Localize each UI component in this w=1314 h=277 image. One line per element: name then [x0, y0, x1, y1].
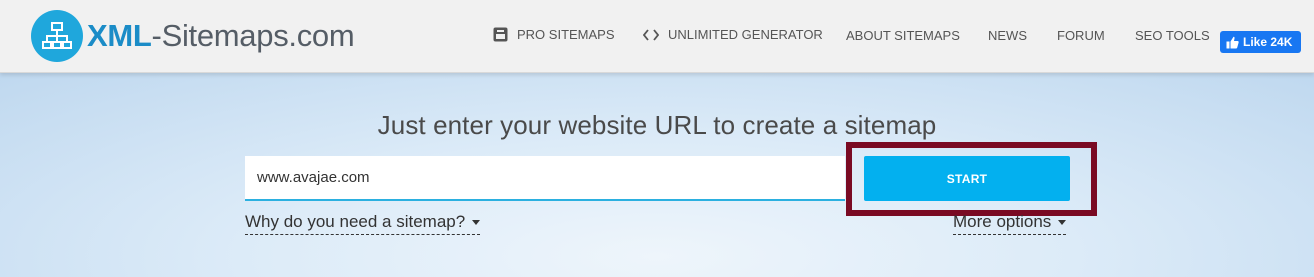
caret-down-icon: [1058, 219, 1067, 225]
nav-seo-tools[interactable]: SEO TOOLS: [1135, 28, 1210, 43]
nav-about-sitemaps-label: ABOUT SITEMAPS: [846, 28, 960, 43]
why-sitemap-link[interactable]: Why do you need a sitemap?: [245, 212, 481, 235]
facebook-like-button[interactable]: Like 24K: [1220, 31, 1301, 53]
hero-section: Just enter your website URL to create a …: [0, 73, 1314, 277]
more-options-label: More options: [953, 212, 1052, 231]
main-nav: PRO SITEMAPS UNLIMITED GENERATOR ABOUT S…: [0, 0, 1314, 73]
thumbs-up-icon: [1226, 36, 1239, 48]
code-icon: [643, 28, 659, 41]
nav-unlimited-generator[interactable]: UNLIMITED GENERATOR: [643, 27, 823, 42]
nav-pro-sitemaps-label: PRO SITEMAPS: [517, 27, 615, 42]
more-options-link[interactable]: More options: [953, 212, 1067, 235]
nav-news[interactable]: NEWS: [988, 28, 1027, 43]
site-header: XML-Sitemaps.com PRO SITEMAPS UNLIMITED …: [0, 0, 1314, 73]
url-input[interactable]: [245, 156, 845, 201]
start-button[interactable]: START: [864, 156, 1070, 201]
nav-unlimited-generator-label: UNLIMITED GENERATOR: [668, 27, 823, 42]
facebook-like-label: Like 24K: [1243, 35, 1293, 49]
why-sitemap-label: Why do you need a sitemap?: [245, 212, 466, 231]
nav-pro-sitemaps[interactable]: PRO SITEMAPS: [493, 27, 615, 42]
nav-news-label: NEWS: [988, 28, 1027, 43]
nav-forum-label: FORUM: [1057, 28, 1105, 43]
nav-seo-tools-label: SEO TOOLS: [1135, 28, 1210, 43]
nav-forum[interactable]: FORUM: [1057, 28, 1105, 43]
box-icon: [493, 27, 508, 42]
nav-about-sitemaps[interactable]: ABOUT SITEMAPS: [846, 28, 960, 43]
caret-down-icon: [472, 219, 481, 225]
hero-headline: Just enter your website URL to create a …: [377, 110, 937, 140]
